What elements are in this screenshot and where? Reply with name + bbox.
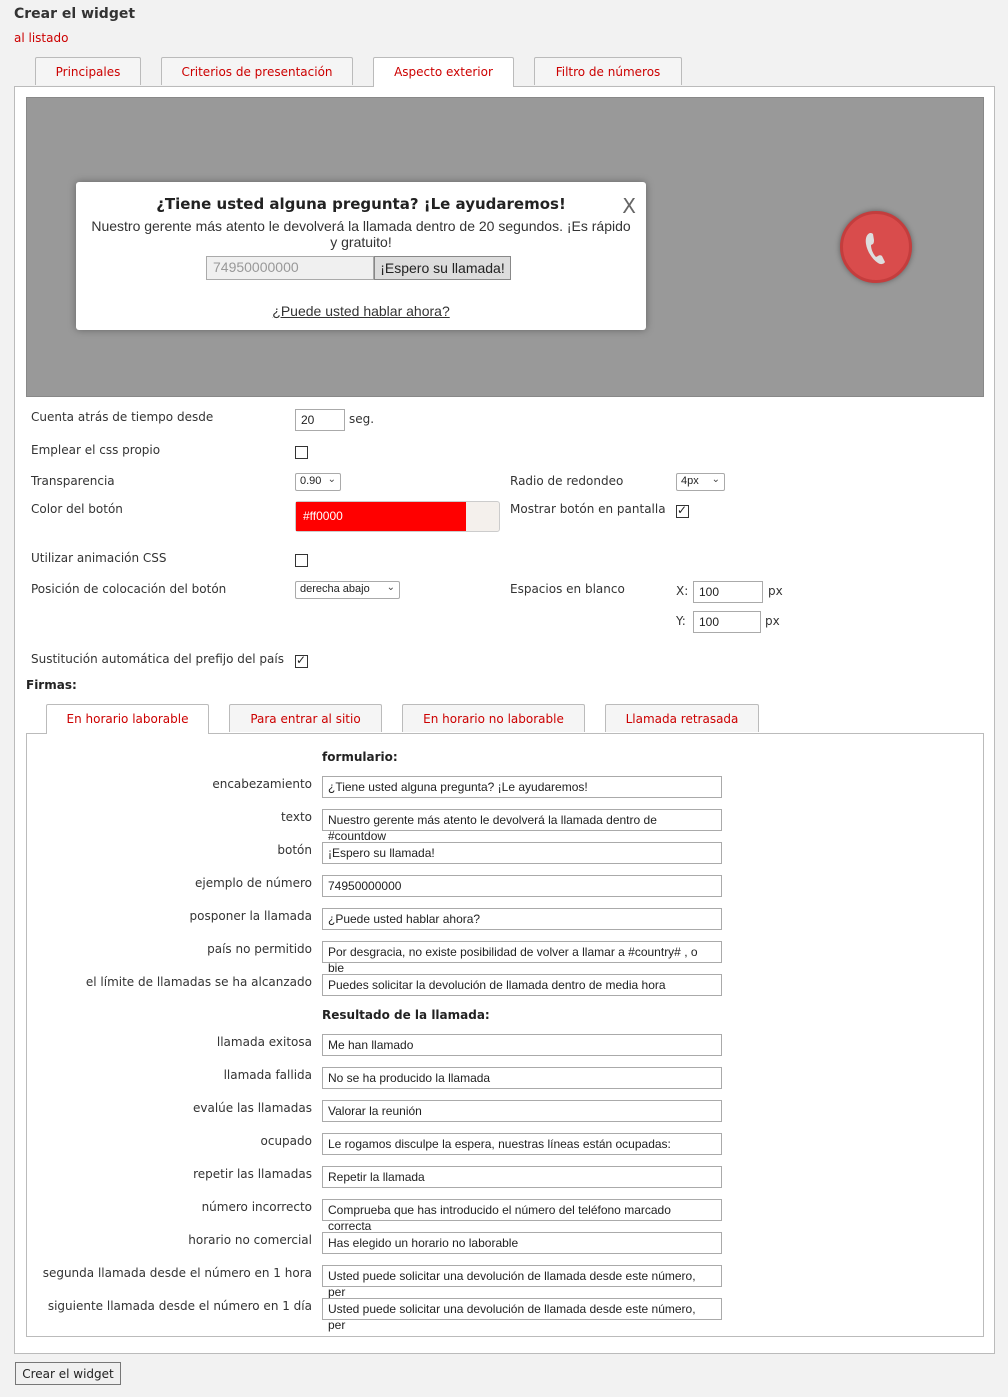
- countdown-label: Cuenta atrás de tiempo desde: [31, 410, 214, 424]
- prefix-label: Sustitución automática del prefijo del p…: [31, 652, 284, 666]
- y-label: Y:: [676, 614, 686, 628]
- create-widget-button[interactable]: Crear el widget: [15, 1362, 121, 1385]
- countdown-unit: seg.: [349, 412, 375, 426]
- transparency-select[interactable]: 0.90 ⌄: [295, 473, 341, 491]
- phone-icon: [865, 233, 885, 265]
- chevron-down-icon: ⌄: [386, 582, 395, 593]
- field-label: horario no comercial: [188, 1233, 312, 1247]
- page-title: Crear el widget: [14, 6, 136, 22]
- chevron-down-icon: ⌄: [327, 474, 336, 485]
- popup-phone-input[interactable]: 74950000000: [206, 256, 374, 280]
- failed-input[interactable]: No se ha producido la llamada: [322, 1067, 722, 1089]
- field-label: llamada exitosa: [216, 1035, 312, 1049]
- tab-llamada-retrasada[interactable]: Llamada retrasada: [605, 704, 759, 732]
- postpone-input[interactable]: ¿Puede usted hablar ahora?: [322, 908, 722, 930]
- country-not-allowed-input[interactable]: Por desgracia, no existe posibilidad de …: [322, 941, 722, 975]
- field-label: evalúe las llamadas: [192, 1101, 312, 1115]
- css-animation-label: Utilizar animación CSS: [31, 551, 167, 565]
- busy-input[interactable]: Le rogamos disculpe la espera, nuestras …: [322, 1133, 722, 1155]
- second-call-hour-input[interactable]: Usted puede solicitar una devolución de …: [322, 1265, 722, 1299]
- show-button-label: Mostrar botón en pantalla: [510, 502, 666, 516]
- button-color-value: #ff0000: [296, 502, 466, 531]
- heading-input[interactable]: ¿Tiene usted alguna pregunta? ¡Le ayudar…: [322, 776, 722, 798]
- field-label: el límite de llamadas se ha alcanzado: [85, 975, 312, 989]
- radius-value: 4px: [681, 475, 699, 487]
- tab-entrar-sitio[interactable]: Para entrar al sitio: [229, 704, 382, 732]
- tab-horario-no-laborable[interactable]: En horario no laborable: [402, 704, 585, 732]
- button-color-picker[interactable]: #ff0000: [295, 501, 500, 532]
- button-text-input[interactable]: ¡Espero su llamada!: [322, 842, 722, 864]
- call-button[interactable]: [840, 211, 912, 283]
- own-css-label: Emplear el css propio: [31, 443, 161, 457]
- tab-principales[interactable]: Principales: [35, 57, 141, 85]
- tab-horario-laborable[interactable]: En horario laborable: [46, 704, 209, 734]
- field-label: ocupado: [260, 1134, 312, 1148]
- y-offset-input[interactable]: 100: [693, 611, 761, 633]
- number-example-input[interactable]: 74950000000: [322, 875, 722, 897]
- popup-submit-button[interactable]: ¡Espero su llamada!: [374, 256, 511, 280]
- position-label: Posición de colocación del botón: [31, 582, 227, 596]
- transparency-value: 0.90: [300, 475, 322, 487]
- radius-select[interactable]: 4px ⌄: [676, 473, 725, 491]
- call-limit-input[interactable]: Puedes solicitar la devolución de llamad…: [322, 974, 722, 996]
- x-offset-input[interactable]: 100: [693, 581, 763, 603]
- field-label: número incorrecto: [201, 1200, 312, 1214]
- spaces-label: Espacios en blanco: [510, 582, 625, 596]
- next-call-day-input[interactable]: Usted puede solicitar una devolución de …: [322, 1298, 722, 1332]
- field-label: llamada fallida: [223, 1068, 312, 1082]
- popup-text: Nuestro gerente más atento le devolverá …: [91, 218, 631, 250]
- y-unit: px: [765, 614, 780, 628]
- field-label: encabezamiento: [212, 777, 312, 791]
- popup-title: ¿Tiene usted alguna pregunta? ¡Le ayudar…: [156, 195, 566, 213]
- prefix-checkbox[interactable]: [295, 653, 308, 668]
- non-business-hours-input[interactable]: Has elegido un horario no laborable: [322, 1232, 722, 1254]
- button-color-label: Color del botón: [31, 502, 123, 516]
- x-label: X:: [676, 584, 689, 598]
- css-animation-checkbox[interactable]: [295, 554, 308, 567]
- show-button-checkbox[interactable]: [676, 503, 689, 518]
- success-input[interactable]: Me han llamado: [322, 1034, 722, 1056]
- result-heading: Resultado de la llamada:: [322, 1008, 490, 1022]
- transparency-label: Transparencia: [31, 474, 115, 488]
- repeat-input[interactable]: Repetir la llamada: [322, 1166, 722, 1188]
- text-input[interactable]: Nuestro gerente más atento le devolverá …: [322, 809, 722, 843]
- field-label: país no permitido: [207, 942, 312, 956]
- x-unit: px: [768, 584, 783, 598]
- field-label: siguiente llamada desde el número en 1 d…: [47, 1299, 312, 1313]
- field-label: repetir las llamadas: [193, 1167, 312, 1181]
- position-value: derecha abajo: [300, 583, 370, 595]
- rate-input[interactable]: Valorar la reunión: [322, 1100, 722, 1122]
- tab-filtro-numeros[interactable]: Filtro de números: [534, 57, 682, 85]
- field-label: texto: [280, 810, 312, 824]
- back-to-list-link[interactable]: al listado: [14, 31, 68, 45]
- tab-aspecto-exterior[interactable]: Aspecto exterior: [373, 57, 514, 87]
- field-label: ejemplo de número: [194, 876, 312, 890]
- firmas-label: Firmas:: [26, 678, 77, 692]
- preview-popup: ¿Tiene usted alguna pregunta? ¡Le ayudar…: [76, 182, 646, 330]
- position-select[interactable]: derecha abajo ⌄: [295, 581, 400, 599]
- popup-postpone-link[interactable]: ¿Puede usted hablar ahora?: [76, 303, 646, 319]
- close-icon[interactable]: X: [622, 194, 636, 218]
- chevron-down-icon: ⌄: [711, 474, 720, 485]
- form-heading: formulario:: [322, 750, 398, 764]
- field-label: posponer la llamada: [189, 909, 312, 923]
- tab-criterios[interactable]: Criterios de presentación: [161, 57, 353, 85]
- field-label: botón: [277, 843, 312, 857]
- own-css-checkbox[interactable]: [295, 446, 308, 459]
- wrong-number-input[interactable]: Comprueba que has introducido el número …: [322, 1199, 722, 1233]
- field-label: segunda llamada desde el número en 1 hor…: [42, 1266, 312, 1280]
- countdown-input[interactable]: 20: [295, 409, 345, 431]
- radius-label: Radio de redondeo: [510, 474, 624, 488]
